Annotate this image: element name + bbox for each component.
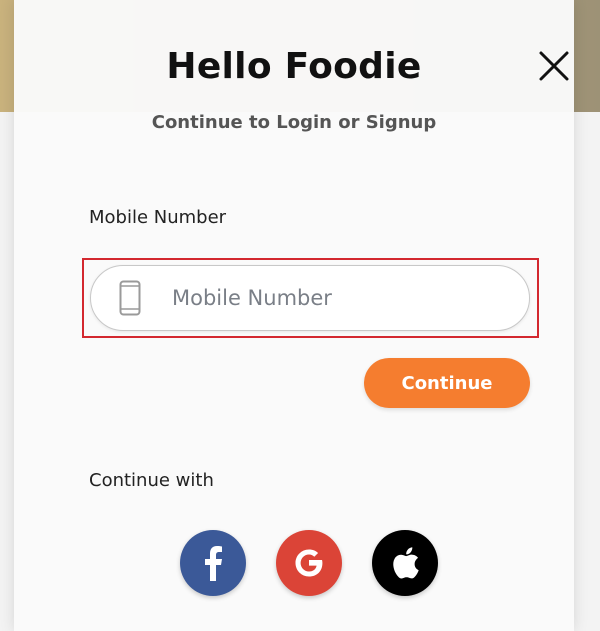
continue-with-label: Continue with <box>89 470 214 491</box>
facebook-login-button[interactable] <box>180 530 246 596</box>
login-modal: Hello Foodie Continue to Login or Signup… <box>14 0 574 631</box>
mobile-number-field[interactable] <box>90 265 530 331</box>
modal-subtitle: Continue to Login or Signup <box>151 112 437 133</box>
google-login-button[interactable] <box>276 530 342 596</box>
apple-icon <box>393 547 419 579</box>
mobile-phone-icon <box>118 280 142 316</box>
mobile-number-input[interactable] <box>172 286 492 310</box>
continue-button[interactable]: Continue <box>364 358 530 408</box>
mobile-number-label: Mobile Number <box>89 207 227 228</box>
apple-login-button[interactable] <box>372 530 438 596</box>
google-icon <box>295 549 323 577</box>
facebook-icon <box>205 546 222 581</box>
modal-title: Hello Foodie <box>166 46 422 87</box>
